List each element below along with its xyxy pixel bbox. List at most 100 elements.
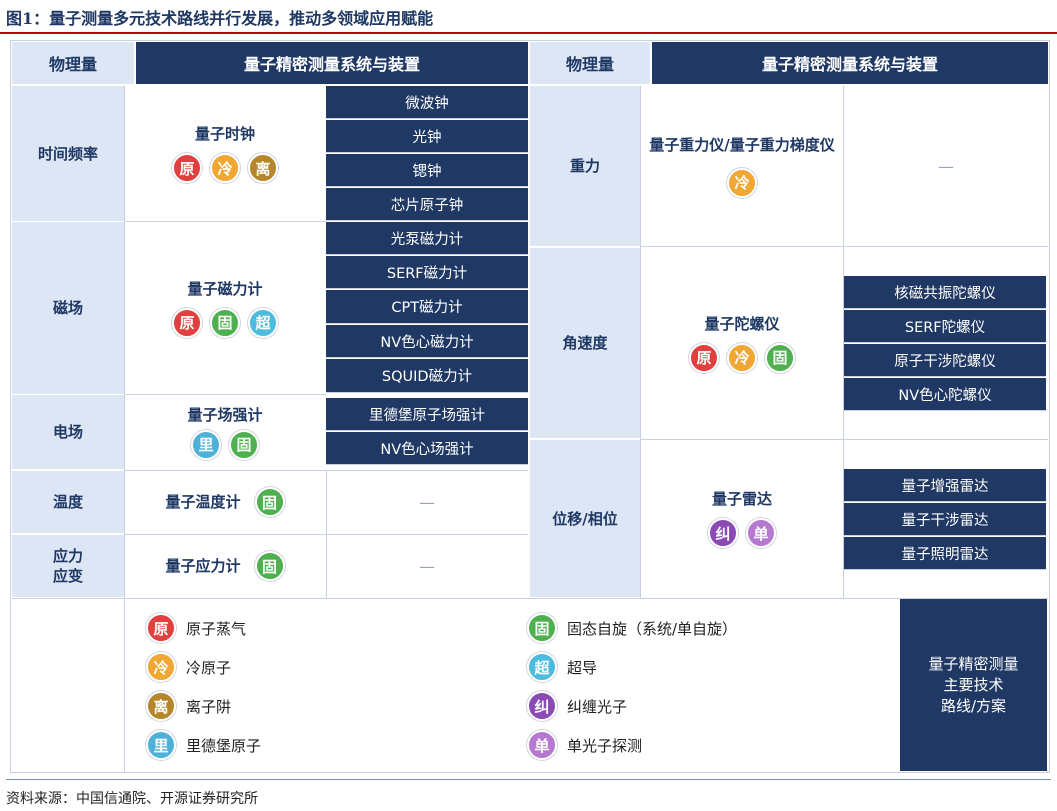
quantity-angular-velocity: 角速度 <box>530 248 640 438</box>
legend-item-cold-atom: 冷 冷原子 <box>146 652 231 682</box>
badge-entangled-photon-icon: 纠 <box>527 691 557 721</box>
badge-rydberg-icon: 里 <box>146 730 176 760</box>
sub-enhanced-radar: 量子增强雷达 <box>844 469 1046 502</box>
sub-rydberg-field-meter: 里德堡原子场强计 <box>326 398 528 431</box>
badge-group: 冷 <box>727 167 757 198</box>
device-name: 量子温度计 <box>165 492 241 511</box>
sub-interference-radar: 量子干涉雷达 <box>844 503 1046 536</box>
quantity-electric-field: 电场 <box>12 395 124 469</box>
legend-summary-box: 量子精密测量 主要技术 路线/方案 <box>900 599 1047 771</box>
device-quantum-thermometer: 量子温度计 固 <box>124 471 326 533</box>
sub-illumination-radar: 量子照明雷达 <box>844 537 1046 570</box>
badge-group: 原 冷 固 <box>689 342 795 373</box>
sub-chip-atomic-clock: 芯片原子钟 <box>326 188 528 221</box>
sub-strontium-clock: 锶钟 <box>326 154 528 187</box>
badge-entangled-photon-icon: 纠 <box>708 518 738 548</box>
device-quantum-gravimeter: 量子重力仪/量子重力梯度仪 冷 <box>641 86 843 246</box>
sub-nmr-gyroscope: 核磁共振陀螺仪 <box>844 276 1046 309</box>
legend-item-ion-trap: 离 离子阱 <box>146 691 231 721</box>
badge-solid-spin-icon: 固 <box>254 487 285 517</box>
legend-item-entangled-photon: 纠 纠缠光子 <box>527 691 627 721</box>
device-quantum-field-meter: 量子场强计 里 固 <box>124 395 326 469</box>
divider <box>641 246 1048 247</box>
divider <box>12 598 1048 599</box>
quantity-stress-strain: 应力 应变 <box>12 535 124 597</box>
header-physical-quantity-left: 物理量 <box>12 42 134 84</box>
badge-solid-spin-icon: 固 <box>765 342 795 373</box>
source-note: 资料来源：中国信通院、开源证券研究所 <box>6 791 258 807</box>
sub-nv-gyroscope: NV色心陀螺仪 <box>844 378 1046 411</box>
sub-microwave-clock: 微波钟 <box>326 86 528 119</box>
badge-atom-vapor-icon: 原 <box>689 342 719 373</box>
quantity-displacement-phase: 位移/相位 <box>530 440 640 597</box>
quantity-time-frequency: 时间频率 <box>12 86 124 221</box>
badge-atom-vapor-icon: 原 <box>146 613 176 643</box>
header-physical-quantity-right: 物理量 <box>530 42 650 84</box>
badge-group: 里 固 <box>191 429 259 460</box>
quantity-magnetic-field: 磁场 <box>12 222 124 394</box>
legend-label: 冷原子 <box>186 658 232 677</box>
legend-item-solid-spin: 固 固态自旋（系统/单自旋） <box>527 613 737 643</box>
legend-label: 离子阱 <box>186 697 232 716</box>
badge-cold-atom-icon: 冷 <box>727 342 757 373</box>
device-quantum-clock: 量子时钟 原 冷 离 <box>124 86 326 221</box>
badge-solid-spin-icon: 固 <box>229 429 259 460</box>
divider <box>124 599 125 772</box>
sub-squid-magnetometer: SQUID磁力计 <box>326 359 528 393</box>
legend-label: 纠缠光子 <box>567 697 628 716</box>
device-name: 量子雷达 <box>711 490 772 508</box>
empty-dash: — <box>326 471 528 533</box>
sub-cpt-magnetometer: CPT磁力计 <box>326 290 528 324</box>
badge-ion-trap-icon: 离 <box>248 153 278 183</box>
divider <box>641 439 1048 440</box>
divider <box>124 86 125 598</box>
device-quantum-gyroscope: 量子陀螺仪 原 冷 固 <box>641 248 843 438</box>
quantity-strain: 应变 <box>52 567 83 585</box>
badge-rydberg-icon: 里 <box>191 429 221 460</box>
title-bar: 图1：量子测量多元技术路线并行发展，推动多领域应用赋能 <box>0 0 1057 34</box>
badge-solid-spin-icon: 固 <box>210 307 240 338</box>
header-system-left: 量子精密测量系统与装置 <box>136 42 528 84</box>
quantity-temperature: 温度 <box>12 471 124 533</box>
quantity-gravity: 重力 <box>530 86 640 246</box>
device-quantum-magnetometer: 量子磁力计 原 固 超 <box>124 222 326 394</box>
legend-summary-text: 量子精密测量 主要技术 路线/方案 <box>928 654 1019 715</box>
device-name: 量子场强计 <box>187 405 263 424</box>
divider <box>640 86 641 598</box>
legend-item-rydberg: 里 里德堡原子 <box>146 730 261 760</box>
divider <box>124 394 326 395</box>
badge-group: 固 <box>254 551 285 581</box>
device-name: 量子重力仪/量子重力梯度仪 <box>649 135 835 154</box>
sub-atom-interference-gyroscope: 原子干涉陀螺仪 <box>844 344 1046 377</box>
legend-label: 单光子探测 <box>567 736 643 755</box>
badge-group: 固 <box>254 487 285 517</box>
badge-superconducting-icon: 超 <box>527 652 557 682</box>
legend-item-atom-vapor: 原 原子蒸气 <box>146 613 246 643</box>
sub-nv-magnetometer: NV色心磁力计 <box>326 325 528 358</box>
sub-serf-magnetometer: SERF磁力计 <box>326 256 528 289</box>
divider <box>843 86 844 598</box>
badge-cold-atom-icon: 冷 <box>146 652 176 682</box>
empty-dash: — <box>844 86 1048 246</box>
footer-divider <box>6 779 1051 780</box>
badge-group: 纠 单 <box>708 518 776 548</box>
badge-ion-trap-icon: 离 <box>146 691 176 721</box>
device-name: 量子时钟 <box>194 125 255 143</box>
badge-group: 原 冷 离 <box>172 153 278 183</box>
badge-solid-spin-icon: 固 <box>527 613 557 643</box>
badge-atom-vapor-icon: 原 <box>172 307 202 338</box>
device-name: 量子磁力计 <box>187 279 263 298</box>
figure-title: 图1：量子测量多元技术路线并行发展，推动多领域应用赋能 <box>6 9 434 28</box>
sub-serf-gyroscope: SERF陀螺仪 <box>844 310 1046 343</box>
sub-optical-pump-magnetometer: 光泵磁力计 <box>326 222 528 255</box>
legend-label: 里德堡原子 <box>186 736 262 755</box>
sub-nv-field-meter: NV色心场强计 <box>326 432 528 465</box>
device-quantum-stress-meter: 量子应力计 固 <box>124 535 326 597</box>
empty-dash: — <box>326 535 528 597</box>
divider <box>326 470 327 598</box>
header-system-right: 量子精密测量系统与装置 <box>652 42 1048 84</box>
legend-label: 超导 <box>567 658 598 677</box>
legend-label: 固态自旋（系统/单自旋） <box>567 619 738 638</box>
badge-solid-spin-icon: 固 <box>254 551 285 581</box>
device-name: 量子陀螺仪 <box>704 314 780 333</box>
